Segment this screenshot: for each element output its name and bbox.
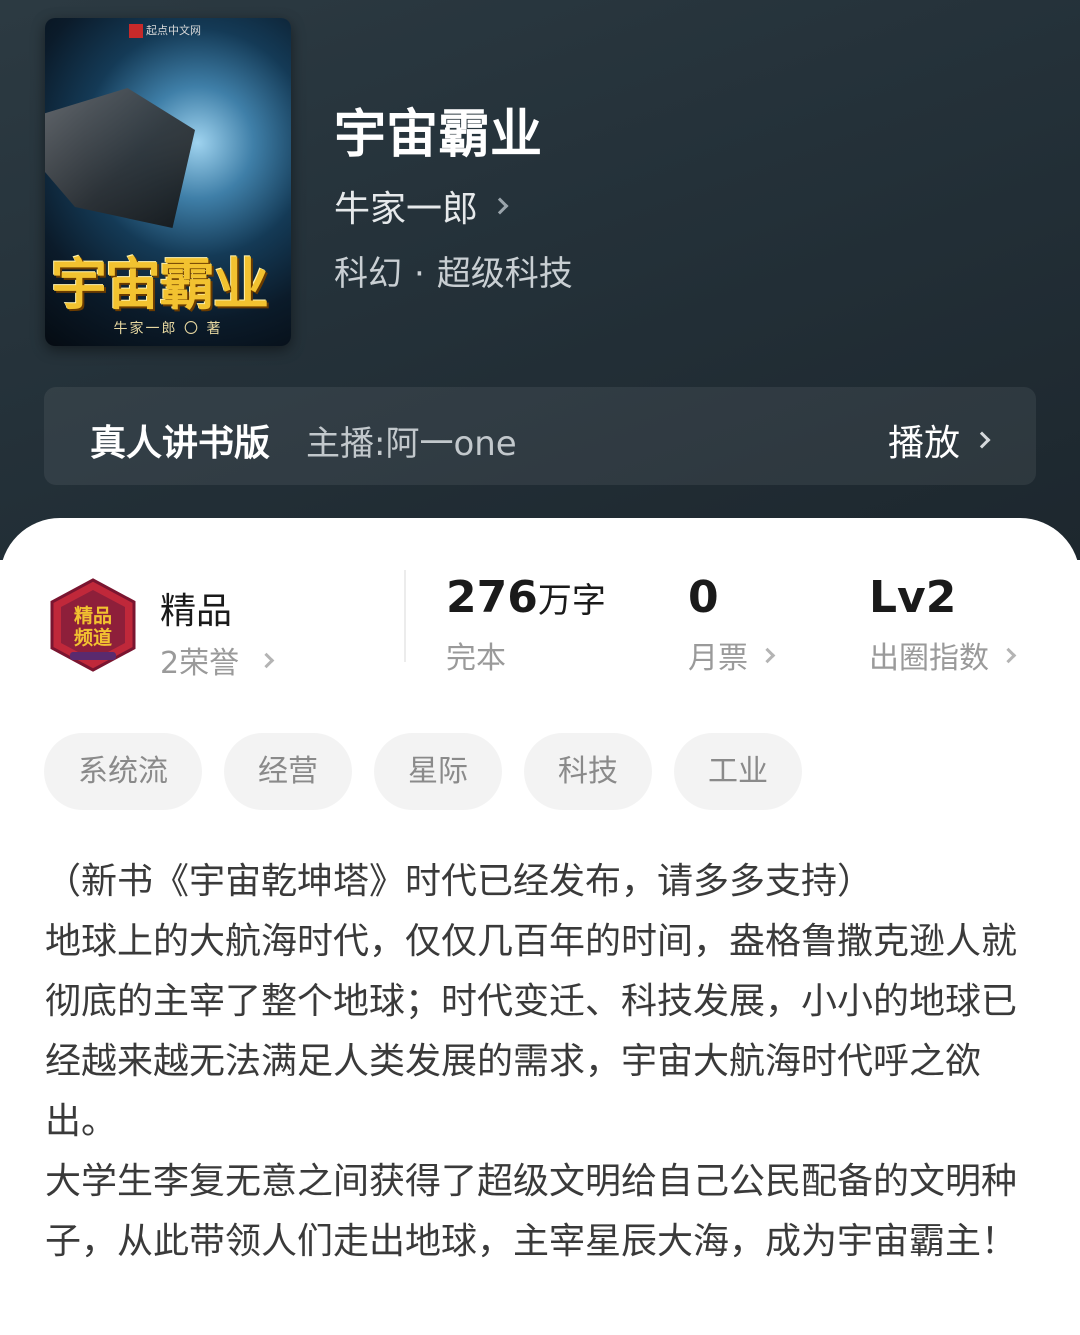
word-count-label: 完本 [446,641,506,676]
chevron-right-icon [973,431,991,449]
tag-chip[interactable]: 星际 [374,733,502,810]
honor-title: 精品 [160,591,233,632]
author-name: 牛家一郎 [334,189,479,230]
author-link[interactable]: 牛家一郎 [334,180,509,232]
badge-text-2: 频道 [74,626,112,649]
monthly-ticket-stat[interactable]: 0 月票 [688,572,776,677]
description-paragraph: 地球上的大航海时代，仅仅几百年的时间，盎格鲁撒克逊人就彻底的主宰了整个地球；时代… [45,921,1018,1142]
popularity-level-value: Lv2 [869,572,957,623]
book-header: 起点中文网 宇宙霸业 牛家一郎 〇 著 宇宙霸业 牛家一郎 科幻 · 超级科技 真人… [0,0,1080,560]
book-cover[interactable]: 起点中文网 宇宙霸业 牛家一郎 〇 著 [45,18,291,346]
genre-line: 科幻 · 超级科技 [334,246,573,295]
badge-text-1: 精品 [74,604,112,627]
audio-edition-label: 真人讲书版 [90,423,271,464]
audio-host: 主播:阿一one [306,424,517,464]
monthly-ticket-value: 0 [688,572,719,623]
description-paragraph: 大学生李复无意之间获得了超级文明给自己公民配备的文明种子，从此带领人们走出地球，… [45,1161,1018,1262]
chevron-right-icon [1000,647,1017,663]
tag-chip[interactable]: 工业 [674,733,802,810]
chevron-right-icon [258,652,275,668]
honor-link[interactable]: 2荣誉 [160,638,275,682]
cover-author: 牛家一郎 〇 著 [113,321,223,337]
chevron-right-icon [759,647,776,663]
subgenre[interactable]: 超级科技 [437,254,573,294]
tag-chip[interactable]: 经营 [224,733,352,810]
audio-book-bar[interactable]: 真人讲书版 主播:阿一one 播放 [44,387,1036,485]
play-button[interactable]: 播放 [887,414,991,466]
tag-list: 系统流 经营 星际 科技 工业 [44,733,824,810]
cover-publisher-name: 起点中文网 [146,24,201,37]
chevron-right-icon [491,197,509,215]
stats-divider [404,570,406,662]
genre-separator: · [414,254,425,294]
monthly-ticket-label: 月票 [688,641,748,676]
premium-channel-badge-icon[interactable]: 精品 频道 [46,578,140,672]
tag-chip[interactable]: 系统流 [44,733,202,810]
publisher-logo-icon [129,24,143,38]
word-count-value: 276 [446,572,538,623]
book-title: 宇宙霸业 [334,105,543,165]
popularity-index-label: 出圈指数 [869,641,989,676]
cover-title: 宇宙霸业 [51,252,269,318]
spaceship-illustration [45,88,195,228]
description-paragraph: （新书《宇宙乾坤塔》时代已经发布，请多多支持） [45,861,874,902]
popularity-index-stat[interactable]: Lv2 出圈指数 [869,572,1017,677]
honor-count: 2荣誉 [160,646,240,681]
book-description[interactable]: （新书《宇宙乾坤塔》时代已经发布，请多多支持） 地球上的大航海时代，仅仅几百年的… [45,852,1037,1272]
word-count-unit: 万字 [537,581,606,621]
tag-chip[interactable]: 科技 [524,733,652,810]
genre[interactable]: 科幻 [334,254,402,294]
cover-publisher-logo: 起点中文网 [129,24,219,52]
word-count-stat: 276万字 完本 [446,572,606,677]
play-label: 播放 [887,423,960,464]
